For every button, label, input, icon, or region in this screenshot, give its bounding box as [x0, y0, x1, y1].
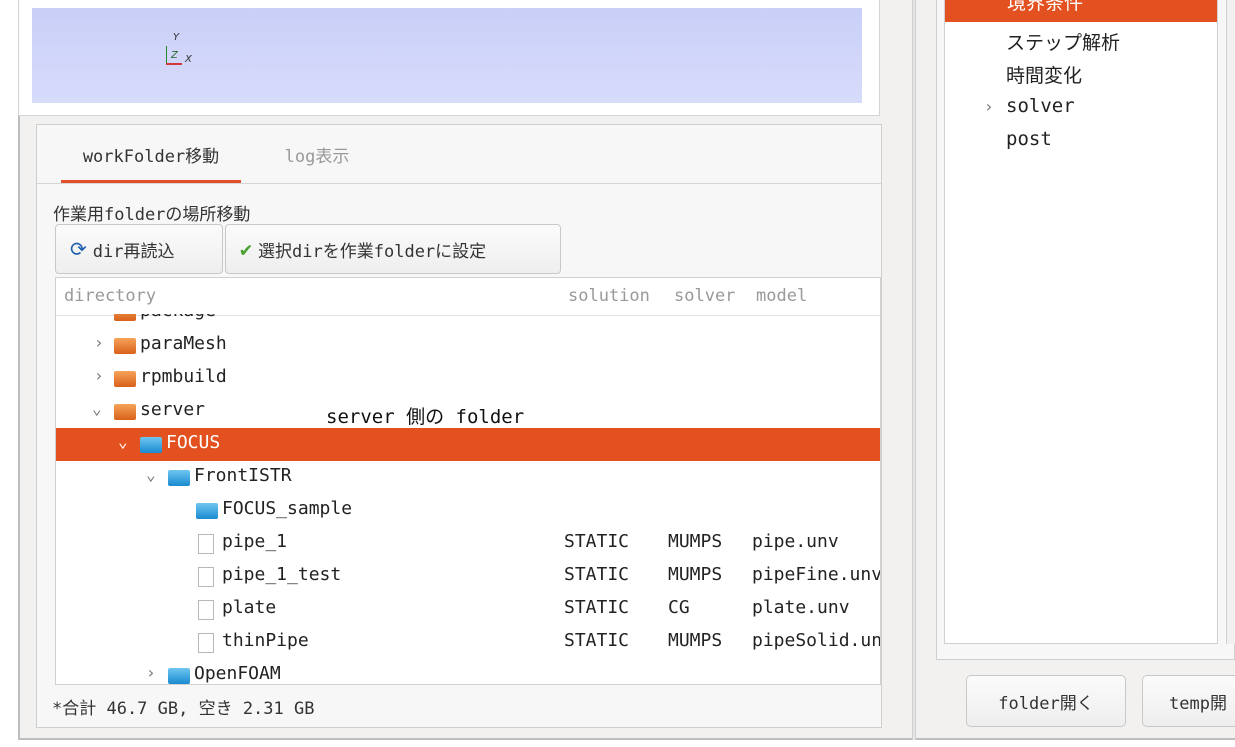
row-solution: STATIC — [564, 597, 630, 618]
row-solver: MUMPS — [668, 564, 723, 585]
row-name: OpenFOAM — [194, 663, 281, 684]
tree-row-focus-sample[interactable]: FOCUS_sample — [56, 494, 880, 527]
tree-row-pipe-1[interactable]: pipe_1 STATIC MUMPS pipe.unv — [56, 527, 880, 560]
file-icon — [198, 534, 214, 554]
header-solution[interactable]: solution — [568, 286, 650, 306]
open-folder-button[interactable]: folder開く — [966, 675, 1126, 727]
row-model: plate.unv — [752, 597, 850, 618]
axis-y-line — [166, 46, 167, 64]
tree-row-plate[interactable]: plate STATIC CG plate.unv — [56, 593, 880, 626]
expand-arrow-icon[interactable]: › — [146, 663, 156, 682]
header-model[interactable]: model — [756, 286, 807, 306]
set-workfolder-label: 選択dirを作業folderに設定 — [258, 241, 487, 262]
row-model: pipeFine.unv — [752, 564, 880, 585]
row-solver: CG — [668, 597, 690, 618]
expand-arrow-icon[interactable]: › — [94, 366, 104, 385]
row-name: pipe_1_test — [222, 564, 342, 585]
file-icon — [198, 600, 214, 620]
folder-icon — [114, 314, 136, 321]
file-icon — [198, 633, 214, 653]
tree-row-focus[interactable]: ⌄ FOCUS — [56, 428, 880, 461]
tree-row-openfoam[interactable]: › OpenFOAM — [56, 659, 880, 684]
tree-item-step-analysis[interactable]: ステップ解析 — [1006, 28, 1120, 55]
tree-item-post[interactable]: post — [1006, 128, 1052, 150]
tree-row-paramesh[interactable]: › paraMesh — [56, 329, 880, 362]
row-name: plate — [222, 597, 277, 618]
check-icon: ✔ — [240, 237, 253, 261]
folder-icon — [140, 437, 162, 453]
row-name: server — [140, 399, 206, 420]
analysis-tree-selected-item[interactable]: 境界条件 — [945, 0, 1217, 22]
scrollbar[interactable] — [1226, 0, 1235, 644]
open-temp-button[interactable]: temp開 — [1142, 675, 1235, 727]
directory-tree[interactable]: directory solution solver model › packag… — [55, 277, 881, 685]
header-directory[interactable]: directory — [64, 286, 156, 306]
tree-row-package[interactable]: › package — [56, 314, 880, 329]
row-solution: STATIC — [564, 630, 630, 651]
row-solution: STATIC — [564, 564, 630, 585]
row-name: FOCUS_sample — [222, 498, 353, 519]
disk-status: *合計 46.7 GB, 空き 2.31 GB — [52, 699, 315, 719]
folder-icon — [168, 470, 190, 486]
row-solver: MUMPS — [668, 531, 723, 552]
selected-item-label: 境界条件 — [1007, 0, 1084, 14]
row-model: pipe.unv — [752, 531, 839, 552]
reload-dir-label: dir再読込 — [92, 241, 175, 262]
set-workfolder-button[interactable]: ✔ 選択dirを作業folderに設定 — [225, 224, 561, 274]
expand-arrow-icon[interactable]: › — [94, 314, 104, 319]
tree-rows: › package › paraMesh › rpmbuild ⌄ server… — [56, 314, 880, 684]
row-name: FrontISTR — [194, 465, 292, 486]
tab-log[interactable]: log表示 — [269, 133, 365, 183]
row-name: package — [140, 314, 216, 321]
collapse-arrow-icon[interactable]: ⌄ — [118, 432, 128, 451]
3d-viewer[interactable]: Y Z X — [32, 8, 862, 103]
pane-divider[interactable] — [912, 0, 916, 740]
tab-workfolder[interactable]: workFolder移動 — [61, 133, 241, 183]
folder-icon — [114, 371, 136, 387]
axis-z-label: Z — [171, 50, 178, 61]
collapse-arrow-icon[interactable]: ⌄ — [146, 465, 156, 484]
expand-arrow-icon[interactable]: › — [94, 333, 104, 352]
reload-dir-button[interactable]: ⟳ dir再読込 — [55, 224, 223, 274]
section-label: 作業用folderの場所移動 — [53, 205, 251, 225]
row-name: paraMesh — [140, 333, 227, 354]
tree-row-thinpipe[interactable]: thinPipe STATIC MUMPS pipeSolid.unv — [56, 626, 880, 659]
axis-x-label: X — [185, 54, 192, 65]
axis-y-label: Y — [173, 32, 180, 43]
row-name: pipe_1 — [222, 531, 288, 552]
tree-header: directory solution solver model — [56, 278, 880, 316]
row-solver: MUMPS — [668, 630, 723, 651]
folder-icon — [114, 404, 136, 420]
folder-icon — [168, 668, 190, 684]
row-solution: STATIC — [564, 531, 630, 552]
row-model: pipeSolid.unv — [752, 630, 880, 651]
header-solver[interactable]: solver — [674, 286, 735, 306]
axis-indicator-icon: Y Z X — [162, 32, 202, 76]
collapse-arrow-icon[interactable]: ⌄ — [92, 399, 102, 418]
folder-icon — [114, 338, 136, 354]
folder-icon — [196, 503, 218, 519]
expand-arrow-icon[interactable]: › — [984, 97, 994, 116]
tree-row-frontistr[interactable]: ⌄ FrontISTR — [56, 461, 880, 494]
tree-row-rpmbuild[interactable]: › rpmbuild — [56, 362, 880, 395]
tab-divider — [37, 183, 881, 184]
row-name: thinPipe — [222, 630, 309, 651]
file-icon — [198, 567, 214, 587]
tree-item-time-change[interactable]: 時間変化 — [1006, 61, 1082, 88]
annotation-text: server 側の folder — [326, 406, 525, 428]
row-name: rpmbuild — [140, 366, 227, 387]
row-name: FOCUS — [166, 432, 221, 453]
refresh-icon: ⟳ — [70, 237, 87, 261]
axis-x-line — [166, 63, 182, 65]
tree-row-pipe-1-test[interactable]: pipe_1_test STATIC MUMPS pipeFine.unv — [56, 560, 880, 593]
tree-item-solver[interactable]: solver — [1006, 95, 1075, 117]
